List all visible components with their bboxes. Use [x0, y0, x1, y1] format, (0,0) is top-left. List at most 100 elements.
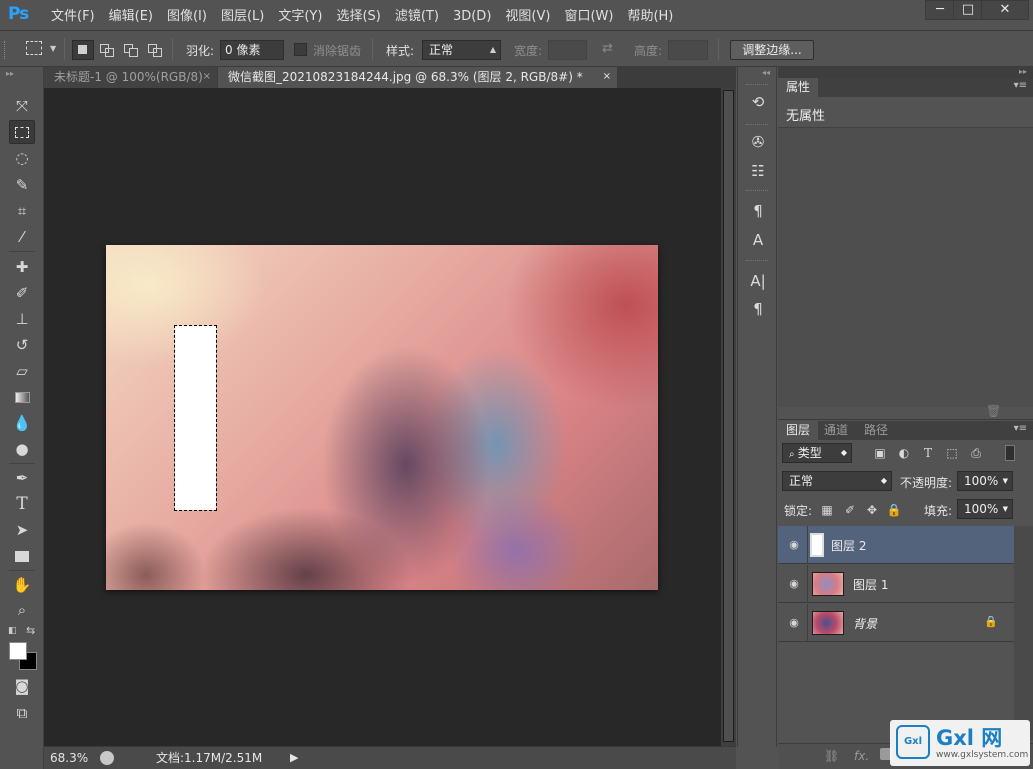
visibility-eye-icon[interactable]: ◉ [787, 577, 801, 591]
tab-close-icon[interactable]: × [603, 67, 611, 87]
layer-style-icon[interactable]: fx. [854, 749, 869, 763]
blend-mode-select[interactable]: 正常 ◆ [782, 471, 892, 491]
paragraph-styles-icon[interactable]: ¶ [747, 200, 769, 222]
marquee-selection[interactable] [174, 325, 217, 511]
history-brush-tool-icon[interactable]: ↺ [9, 333, 35, 357]
status-info-icon[interactable] [100, 751, 114, 765]
zoom-tool-icon[interactable]: ⌕ [9, 598, 35, 622]
menu-filter[interactable]: 滤镜(T) [388, 0, 446, 31]
style-select[interactable]: 正常 ▲ [422, 40, 501, 60]
lock-pixels-icon[interactable]: ✐ [842, 502, 858, 518]
eyedropper-tool-icon[interactable]: ⁄ [9, 225, 35, 249]
minimize-button[interactable]: ─ [925, 0, 955, 20]
lasso-tool-icon[interactable]: ◌ [9, 146, 35, 170]
paragraph-panel-icon[interactable]: ¶ [747, 298, 769, 320]
menu-window[interactable]: 窗口(W) [557, 0, 620, 31]
layers-scrollbar[interactable] [1014, 526, 1033, 740]
gradient-tool-icon[interactable] [9, 385, 35, 409]
visibility-eye-icon[interactable]: ◉ [787, 538, 801, 552]
character-panel-icon[interactable]: A| [747, 270, 769, 292]
layer-row-layer2[interactable]: ◉ 图层 2 [778, 526, 1014, 564]
tab-paths[interactable]: 路径 [856, 421, 896, 440]
feather-input[interactable]: 0 像素 [220, 40, 284, 60]
smart-object-filter-icon[interactable]: ⎙ [968, 445, 984, 461]
filter-toggle-switch[interactable] [1005, 445, 1015, 461]
menu-file[interactable]: 文件(F) [44, 0, 102, 31]
opacity-input[interactable]: 100% ▼ [957, 471, 1013, 491]
layer-name[interactable]: 图层 1 [853, 576, 888, 593]
history-panel-icon[interactable]: ⟲ [747, 91, 769, 113]
lock-transparency-icon[interactable]: ▦ [819, 502, 835, 518]
type-filter-icon[interactable]: T [920, 445, 936, 461]
vertical-scrollbar[interactable] [721, 88, 736, 746]
swap-colors-icon[interactable]: ⇆ [26, 624, 35, 637]
lock-all-icon[interactable]: 🔒 [886, 502, 902, 518]
quick-mask-icon[interactable]: ◙ [9, 674, 35, 698]
healing-brush-tool-icon[interactable]: ✚ [9, 255, 35, 279]
menu-image[interactable]: 图像(I) [160, 0, 214, 31]
swap-dimensions-icon[interactable]: ⇄ [602, 41, 613, 56]
tab-properties[interactable]: 属性 [778, 78, 819, 97]
zoom-level[interactable]: 68.3% [46, 750, 90, 767]
tab-channels[interactable]: 通道 [816, 421, 856, 440]
subtract-from-selection-button[interactable] [120, 40, 142, 60]
type-tool-icon[interactable]: T [9, 492, 35, 516]
pixel-filter-icon[interactable]: ▣ [872, 445, 888, 461]
scrollbar-thumb[interactable] [723, 90, 734, 742]
clone-stamp-tool-icon[interactable]: ⊥ [9, 307, 35, 331]
move-tool-icon[interactable]: ⤧ [9, 94, 35, 118]
path-selection-tool-icon[interactable]: ➤ [9, 518, 35, 542]
close-window-button[interactable]: ✕ [981, 0, 1029, 20]
menu-edit[interactable]: 编辑(E) [102, 0, 160, 31]
brush-presets-icon[interactable]: ✇ [747, 131, 769, 153]
lock-position-icon[interactable]: ✥ [864, 502, 880, 518]
screen-mode-icon[interactable]: ⧉ [9, 701, 35, 725]
rectangle-tool-icon[interactable] [9, 544, 35, 568]
trash-icon[interactable]: 🗑 [986, 404, 1001, 418]
add-to-selection-button[interactable] [96, 40, 118, 60]
tab-wechat-screenshot[interactable]: 微信截图_20210823184244.jpg @ 68.3% (图层 2, R… [218, 67, 617, 88]
menu-select[interactable]: 选择(S) [329, 0, 387, 31]
visibility-eye-icon[interactable]: ◉ [787, 616, 801, 630]
rect-marquee-tool-icon[interactable] [9, 120, 35, 144]
tab-layers[interactable]: 图层 [778, 421, 819, 440]
layer-filter-select[interactable]: ⌕ 类型 ◆ [782, 443, 852, 463]
height-input[interactable] [668, 40, 708, 60]
eraser-tool-icon[interactable]: ▱ [9, 359, 35, 383]
antialias-checkbox[interactable] [294, 43, 307, 56]
layer-name[interactable]: 图层 2 [831, 537, 866, 554]
default-colors-icon[interactable]: ◧ [8, 626, 17, 636]
character-styles-icon[interactable]: A [747, 229, 769, 251]
foreground-color-swatch[interactable] [9, 642, 27, 660]
pen-tool-icon[interactable]: ✒ [9, 466, 35, 490]
link-layers-icon[interactable]: ⛓ [824, 749, 839, 763]
status-menu-arrow-icon[interactable]: ▶ [290, 751, 298, 764]
dodge-tool-icon[interactable]: ● [9, 437, 35, 461]
intersect-selection-button[interactable] [144, 40, 166, 60]
menu-3d[interactable]: 3D(D) [446, 0, 498, 31]
tool-presets-icon[interactable]: ☷ [747, 160, 769, 182]
menu-view[interactable]: 视图(V) [498, 0, 557, 31]
layer-row-background[interactable]: ◉ 背景 🔒 [778, 604, 1014, 642]
tab-untitled[interactable]: 未标题-1 @ 100%(RGB/8) × [44, 67, 217, 88]
layer-name[interactable]: 背景 [853, 615, 877, 632]
blur-tool-icon[interactable]: 💧 [9, 411, 35, 435]
menu-layer[interactable]: 图层(L) [214, 0, 271, 31]
toolbar-collapse-icon[interactable]: ▸▸ [6, 69, 14, 78]
menu-type[interactable]: 文字(Y) [271, 0, 329, 31]
maximize-button[interactable]: □ [953, 0, 983, 20]
panel-menu-icon[interactable]: ▾≡ [1014, 80, 1027, 91]
tab-close-icon[interactable]: × [203, 67, 211, 87]
new-selection-button[interactable] [72, 40, 94, 60]
width-input[interactable] [548, 40, 587, 60]
hand-tool-icon[interactable]: ✋ [9, 573, 35, 597]
menu-help[interactable]: 帮助(H) [620, 0, 680, 31]
dock-collapse-icon[interactable]: ◂◂ [762, 68, 770, 77]
brush-tool-icon[interactable]: ✐ [9, 281, 35, 305]
refine-edge-button[interactable]: 调整边缘... [730, 40, 814, 60]
marquee-tool-preset-icon[interactable] [26, 41, 42, 55]
layer-row-layer1[interactable]: ◉ 图层 1 [778, 565, 1014, 603]
crop-tool-icon[interactable]: ⌗ [9, 199, 35, 223]
quick-selection-tool-icon[interactable]: ✎ [9, 173, 35, 197]
adjustment-filter-icon[interactable]: ◐ [896, 445, 912, 461]
